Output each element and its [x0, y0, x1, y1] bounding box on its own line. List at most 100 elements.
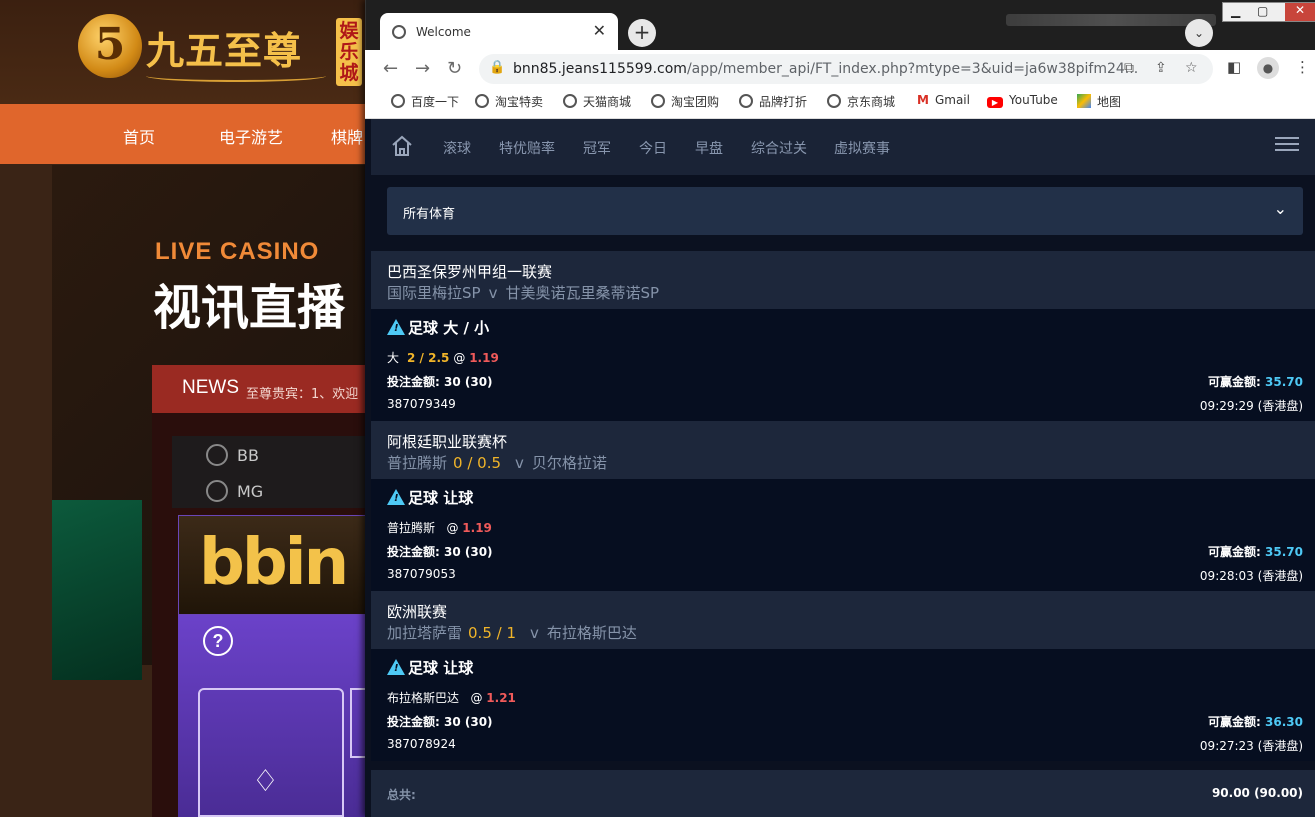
more-menu-icon[interactable]: ⋮	[1295, 58, 1310, 76]
diamond-icon: ♢	[252, 764, 279, 799]
nav-early[interactable]: 早盘	[695, 138, 723, 158]
tab-search-chevron-icon[interactable]: ⌄	[1185, 19, 1213, 47]
url-text[interactable]: bnn85.jeans115599.com/app/member_api/FT_…	[513, 61, 1138, 77]
close-tab-icon[interactable]: ✕	[593, 21, 606, 40]
ticket-id: 387078924	[387, 737, 456, 751]
home-icon[interactable]	[391, 135, 413, 157]
bet-type: ! 足球 让球	[387, 487, 473, 508]
nav-inplay[interactable]: 滚球	[443, 138, 471, 158]
league-name: 欧洲联赛	[387, 603, 448, 621]
total-value: 90.00 (90.00)	[1211, 786, 1303, 800]
match-header: 巴西圣保罗州甲组一联赛 国际里梅拉SP v 甘美奥诺瓦里桑蒂诺SP	[371, 251, 1315, 309]
ticket-id: 387079053	[387, 567, 456, 581]
bet-time: 09:28:03 (香港盘)	[1199, 569, 1303, 583]
bookmark-gmail[interactable]: M Gmail	[917, 93, 970, 107]
bet-amount: 投注金额: 30 (30)	[387, 375, 493, 389]
nav-best-odds[interactable]: 特优赔率	[499, 138, 555, 158]
bookmark-tmall[interactable]: 天猫商城	[563, 93, 631, 110]
tab-welcome[interactable]: Welcome ✕	[380, 13, 618, 50]
potential-win: 可赢金额: 35.70	[1208, 375, 1303, 389]
potential-win: 可赢金额: 35.70	[1208, 545, 1303, 559]
bookmark-star-icon[interactable]: ☆	[1185, 60, 1198, 76]
sport-select[interactable]: 所有体育 ⌄	[387, 187, 1303, 235]
bookmark-maps[interactable]: 地图	[1077, 93, 1121, 110]
back-icon[interactable]: ←	[383, 58, 398, 79]
match-teams: 加拉塔萨雷 0.5 / 1 v 布拉格斯巴达	[387, 624, 637, 642]
maximize-icon[interactable]: ▢	[1257, 4, 1268, 18]
live-casino-subtitle: 视讯直播	[153, 280, 346, 336]
bet-selection: 大2 / 2.5 @ 1.19	[387, 351, 499, 365]
chevron-down-icon: ⌄	[1273, 199, 1287, 218]
url-bar[interactable]: 🔒 bnn85.jeans115599.com/app/member_api/F…	[479, 54, 1213, 84]
potential-win: 可赢金额: 36.30	[1208, 715, 1303, 729]
news-marquee: 至尊贵宾：1、欢迎	[246, 387, 359, 402]
globe-icon	[391, 94, 405, 108]
bookmark-taobao-sale[interactable]: 淘宝特卖	[475, 93, 543, 110]
news-label: NEWS	[182, 377, 239, 398]
site-nav-home[interactable]: 首页	[123, 124, 155, 148]
translate-icon[interactable]: ⧉	[1124, 60, 1134, 76]
sport-select-value: 所有体育	[403, 207, 456, 222]
bookmark-youtube[interactable]: ▶ YouTube	[987, 93, 1058, 108]
tab-title: Welcome	[416, 25, 471, 39]
site-nav-slots[interactable]: 电子游艺	[219, 124, 283, 148]
logo-ornament	[146, 70, 326, 82]
provider-tabs: BB MG	[172, 436, 372, 508]
sportsbook-nav: 滚球 特优赔率 冠军 今日 早盘 综合过关 虚拟赛事	[371, 119, 1315, 175]
league-name: 巴西圣保罗州甲组一联赛	[387, 263, 553, 281]
bookmark-baidu[interactable]: 百度一下	[391, 93, 459, 110]
globe-icon	[739, 94, 753, 108]
youtube-icon: ▶	[987, 97, 1003, 108]
bet-time: 09:27:23 (香港盘)	[1199, 739, 1303, 753]
bet-amount: 投注金额: 30 (30)	[387, 715, 493, 729]
match-teams: 普拉腾斯 0 / 0.5 v 贝尔格拉诺	[387, 454, 607, 472]
league-name: 阿根廷职业联赛杯	[387, 433, 508, 451]
nav-parlay[interactable]: 综合过关	[751, 138, 807, 158]
provider-bb[interactable]: BB	[237, 446, 259, 465]
share-icon[interactable]: ⇪	[1155, 60, 1167, 76]
nav-virtual[interactable]: 虚拟赛事	[834, 138, 890, 158]
bet-slip: ! 足球 让球 普拉腾斯 @ 1.19 投注金额: 30 (30) 可赢金额: 3…	[371, 479, 1315, 591]
bet-slip: ! 足球 让球 布拉格斯巴达 @ 1.21 投注金额: 30 (30) 可赢金额:…	[371, 649, 1315, 761]
minimize-icon[interactable]: ▁	[1231, 4, 1240, 18]
lock-icon[interactable]: 🔒	[489, 60, 505, 75]
warning-icon: !	[387, 319, 405, 335]
bbin-banner[interactable]: bbin	[178, 515, 372, 615]
profile-avatar-icon[interactable]: ●	[1257, 57, 1279, 79]
help-icon[interactable]: ?	[203, 626, 233, 656]
bet-selection: 普拉腾斯 @ 1.19	[387, 521, 492, 535]
nav-outright[interactable]: 冠军	[583, 138, 611, 158]
maps-icon	[1077, 94, 1091, 108]
forward-icon[interactable]: →	[415, 58, 430, 79]
warning-icon: !	[387, 659, 405, 675]
new-tab-button[interactable]: +	[628, 19, 656, 47]
tab-strip: Welcome ✕ + ⌄ ▁ ▢ ✕	[365, 0, 1315, 50]
nav-today[interactable]: 今日	[639, 138, 667, 158]
address-toolbar: ← → ↻ 🔒 bnn85.jeans115599.com/app/member…	[365, 50, 1315, 87]
bookmark-taobao-group[interactable]: 淘宝团购	[651, 93, 719, 110]
globe-icon	[827, 94, 841, 108]
bookmark-jd[interactable]: 京东商城	[827, 93, 895, 110]
total-label: 总共:	[387, 788, 416, 802]
bb-provider-icon	[206, 444, 228, 466]
match-header: 欧洲联赛 加拉塔萨雷 0.5 / 1 v 布拉格斯巴达	[371, 591, 1315, 649]
blurred-titlebar-text	[1006, 14, 1216, 26]
bet-time: 09:29:29 (香港盘)	[1199, 399, 1303, 413]
total-row: 总共: 90.00 (90.00)	[371, 770, 1315, 817]
ticket-id: 387079349	[387, 397, 456, 411]
site-logo-icon[interactable]: 5	[78, 14, 142, 78]
bookmark-brand-discount[interactable]: 品牌打折	[739, 93, 807, 110]
site-logo-text[interactable]: 九五至尊	[146, 20, 302, 75]
side-panel-icon[interactable]: ◧	[1227, 58, 1241, 76]
reload-icon[interactable]: ↻	[447, 58, 462, 79]
bet-type: ! 足球 大 / 小	[387, 317, 489, 338]
hamburger-menu-icon[interactable]	[1275, 133, 1299, 157]
provider-mg[interactable]: MG	[237, 482, 263, 501]
close-window-icon[interactable]: ✕	[1285, 3, 1315, 21]
gmail-icon: M	[917, 93, 929, 107]
logo-badge: 娱乐城	[336, 18, 362, 86]
hero-decoration	[52, 500, 142, 680]
site-nav-cards[interactable]: 棋牌	[331, 124, 363, 148]
window-controls: ▁ ▢ ✕	[1222, 2, 1315, 22]
bet-selection: 布拉格斯巴达 @ 1.21	[387, 691, 516, 705]
